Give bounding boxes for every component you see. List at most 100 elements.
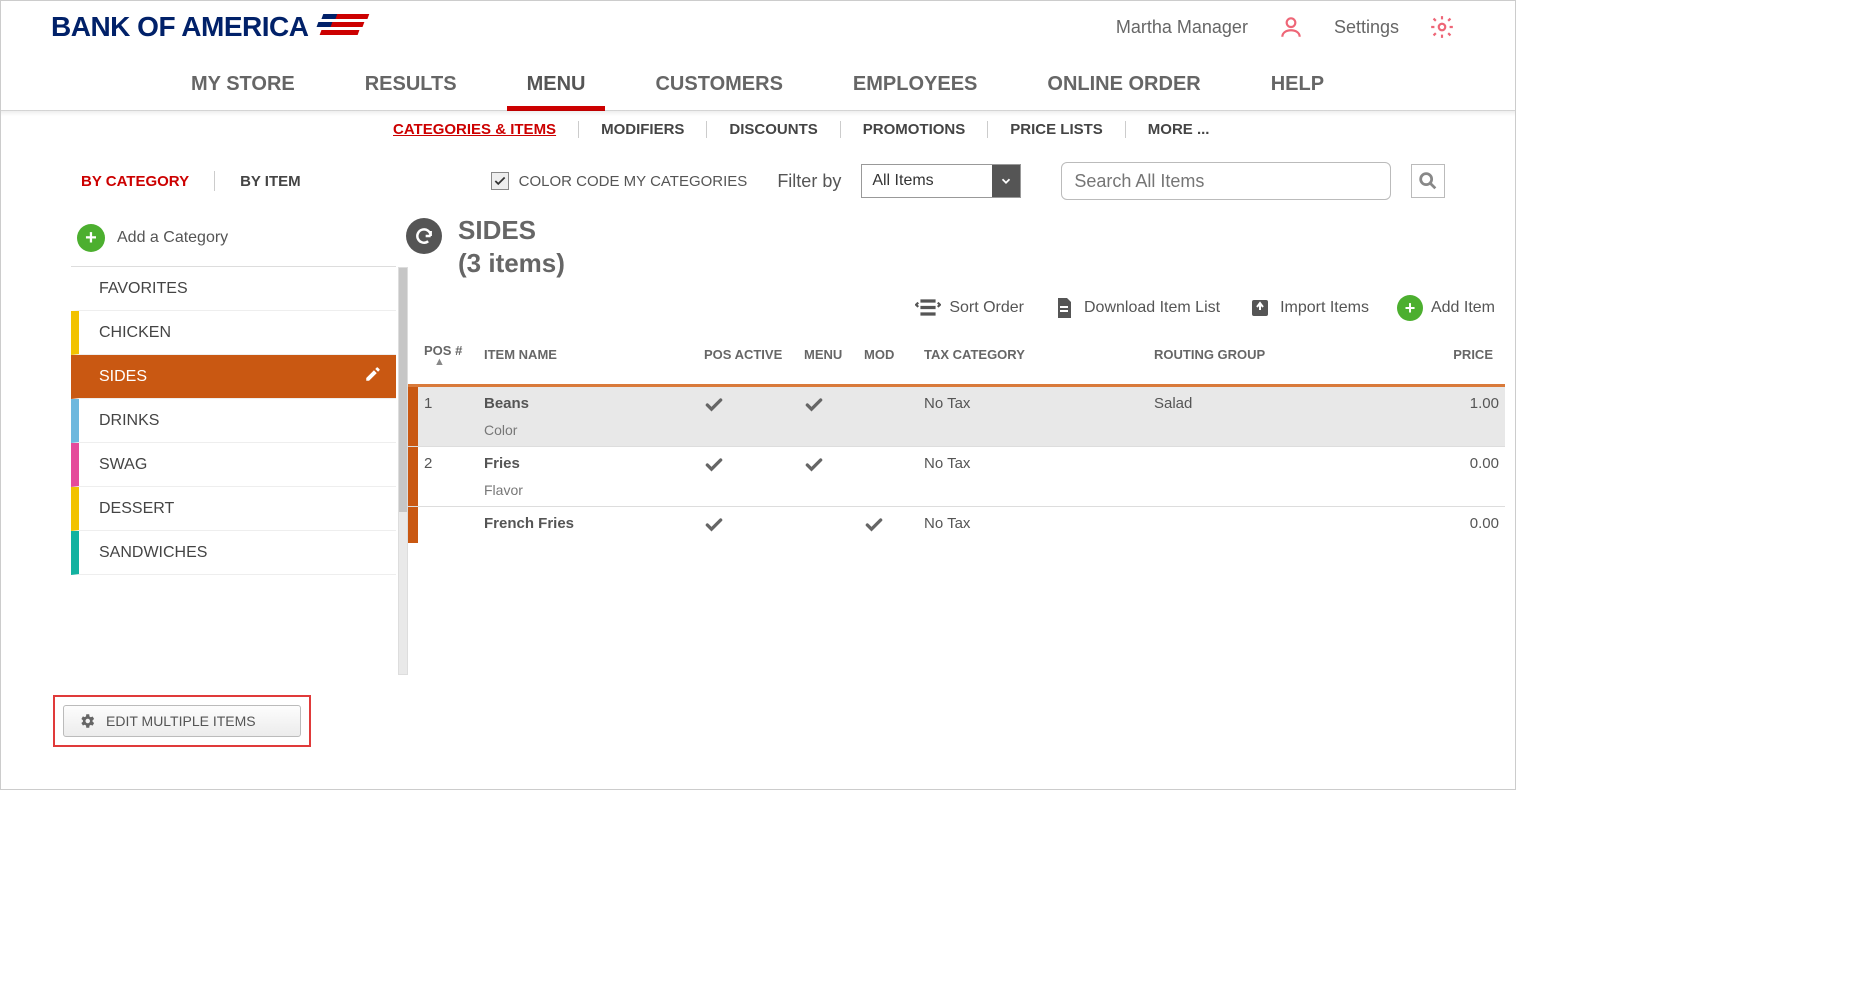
check-icon xyxy=(704,515,792,535)
brand-flag-icon xyxy=(316,12,372,42)
subnav-more[interactable]: MORE ... xyxy=(1126,121,1232,138)
cell-name: FriesFlavor xyxy=(478,447,698,507)
table-row[interactable]: 2FriesFlavor No Tax 0.00 xyxy=(406,447,1505,507)
plus-icon: + xyxy=(1397,295,1423,321)
category-sandwiches[interactable]: SANDWICHES xyxy=(71,531,396,575)
col-menu[interactable]: MENU xyxy=(798,335,858,386)
nav-my-store[interactable]: MY STORE xyxy=(191,73,295,110)
search-button[interactable] xyxy=(1411,164,1445,198)
category-dessert[interactable]: DESSERT xyxy=(71,487,396,531)
category-drinks[interactable]: DRINKS xyxy=(71,399,396,443)
cell-menu xyxy=(798,507,858,544)
nav-menu[interactable]: MENU xyxy=(527,73,586,110)
cell-pos: 1 xyxy=(418,386,478,447)
col-routing[interactable]: ROUTING GROUP xyxy=(1148,335,1328,386)
nav-results[interactable]: RESULTS xyxy=(365,73,457,110)
col-pos-active[interactable]: POS ACTIVE xyxy=(698,335,798,386)
view-by-category[interactable]: BY CATEGORY xyxy=(81,173,189,190)
category-sides[interactable]: SIDES xyxy=(71,355,396,399)
refresh-button[interactable] xyxy=(406,218,442,254)
nav-customers[interactable]: CUSTOMERS xyxy=(655,73,782,110)
color-code-label: COLOR CODE MY CATEGORIES xyxy=(519,173,748,190)
search-input[interactable] xyxy=(1074,171,1378,192)
title-line1: SIDES xyxy=(458,214,565,247)
view-by-item[interactable]: BY ITEM xyxy=(240,173,301,190)
category-list: FAVORITES CHICKEN SIDES DRINKS SWAG DESS… xyxy=(71,266,396,575)
cell-pos xyxy=(418,507,478,544)
edit-multiple-items-button[interactable]: EDIT MULTIPLE ITEMS xyxy=(63,705,301,737)
cell-price: 0.00 xyxy=(1328,447,1505,507)
col-mod[interactable]: MOD xyxy=(858,335,918,386)
divider xyxy=(214,171,215,191)
col-price[interactable]: PRICE xyxy=(1328,335,1505,386)
category-chicken[interactable]: CHICKEN xyxy=(71,311,396,355)
cell-tax: No Tax xyxy=(918,447,1148,507)
plus-icon: + xyxy=(77,224,105,252)
check-icon xyxy=(804,455,852,475)
gear-icon[interactable] xyxy=(1429,14,1455,40)
cell-price: 0.00 xyxy=(1328,507,1505,544)
check-icon xyxy=(704,395,792,415)
cell-pos-active xyxy=(698,507,798,544)
settings-link[interactable]: Settings xyxy=(1334,17,1399,38)
cell-tax: No Tax xyxy=(918,386,1148,447)
cell-price: 1.00 xyxy=(1328,386,1505,447)
edit-multiple-highlight: EDIT MULTIPLE ITEMS xyxy=(53,695,311,747)
cell-pos-active xyxy=(698,447,798,507)
nav-online-order[interactable]: ONLINE ORDER xyxy=(1047,73,1200,110)
search-input-wrap[interactable] xyxy=(1061,162,1391,200)
content-title: SIDES (3 items) xyxy=(458,214,565,279)
brand-logo: BANK OF AMERICA xyxy=(51,11,372,43)
cell-routing xyxy=(1148,507,1328,544)
check-icon xyxy=(864,515,912,535)
add-category-button[interactable]: + Add a Category xyxy=(71,210,396,266)
brand-name: BANK OF AMERICA xyxy=(51,11,308,43)
subnav-discounts[interactable]: DISCOUNTS xyxy=(707,121,840,138)
cell-routing xyxy=(1148,447,1328,507)
check-icon xyxy=(804,395,852,415)
filter-select-value: All Items xyxy=(872,172,933,190)
pencil-icon[interactable] xyxy=(364,365,382,388)
subnav-modifiers[interactable]: MODIFIERS xyxy=(579,121,707,138)
cell-pos: 2 xyxy=(418,447,478,507)
title-line2: (3 items) xyxy=(458,247,565,280)
filter-by-label: Filter by xyxy=(777,171,841,192)
chevron-down-icon xyxy=(992,165,1020,197)
subnav-price-lists[interactable]: PRICE LISTS xyxy=(988,121,1126,138)
cell-tax: No Tax xyxy=(918,507,1148,544)
import-items-button[interactable]: Import Items xyxy=(1248,296,1369,320)
col-item-name[interactable]: ITEM NAME xyxy=(478,335,698,386)
nav-employees[interactable]: EMPLOYEES xyxy=(853,73,977,110)
cell-menu xyxy=(798,386,858,447)
cell-mod xyxy=(858,386,918,447)
user-name[interactable]: Martha Manager xyxy=(1116,17,1248,38)
cell-mod xyxy=(858,507,918,544)
nav-help[interactable]: HELP xyxy=(1271,73,1324,110)
items-table: POS #▲ ITEM NAME POS ACTIVE MENU MOD TAX… xyxy=(406,335,1505,543)
download-item-list-button[interactable]: Download Item List xyxy=(1052,296,1220,320)
check-icon xyxy=(704,455,792,475)
subnav-promotions[interactable]: PROMOTIONS xyxy=(841,121,989,138)
category-favorites[interactable]: FAVORITES xyxy=(71,267,396,311)
filter-select[interactable]: All Items xyxy=(861,164,1021,198)
subnav-categories-items[interactable]: CATEGORIES & ITEMS xyxy=(371,121,579,138)
color-code-checkbox[interactable] xyxy=(491,172,509,190)
col-tax[interactable]: TAX CATEGORY xyxy=(918,335,1148,386)
user-icon[interactable] xyxy=(1278,14,1304,40)
table-row[interactable]: 1BeansColor No TaxSalad1.00 xyxy=(406,386,1505,447)
category-swag[interactable]: SWAG xyxy=(71,443,396,487)
cell-name: French Fries xyxy=(478,507,698,544)
cell-routing: Salad xyxy=(1148,386,1328,447)
edit-multiple-label: EDIT MULTIPLE ITEMS xyxy=(106,713,256,729)
add-item-button[interactable]: + Add Item xyxy=(1397,295,1495,321)
add-category-label: Add a Category xyxy=(117,229,228,247)
cell-pos-active xyxy=(698,386,798,447)
cell-name: BeansColor xyxy=(478,386,698,447)
scrollbar[interactable] xyxy=(398,267,408,675)
table-row[interactable]: French Fries No Tax 0.00 xyxy=(406,507,1505,544)
primary-nav: MY STORE RESULTS MENU CUSTOMERS EMPLOYEE… xyxy=(1,43,1515,111)
gear-icon xyxy=(78,712,96,730)
sort-order-button[interactable]: Sort Order xyxy=(915,295,1024,321)
cell-mod xyxy=(858,447,918,507)
cell-menu xyxy=(798,447,858,507)
